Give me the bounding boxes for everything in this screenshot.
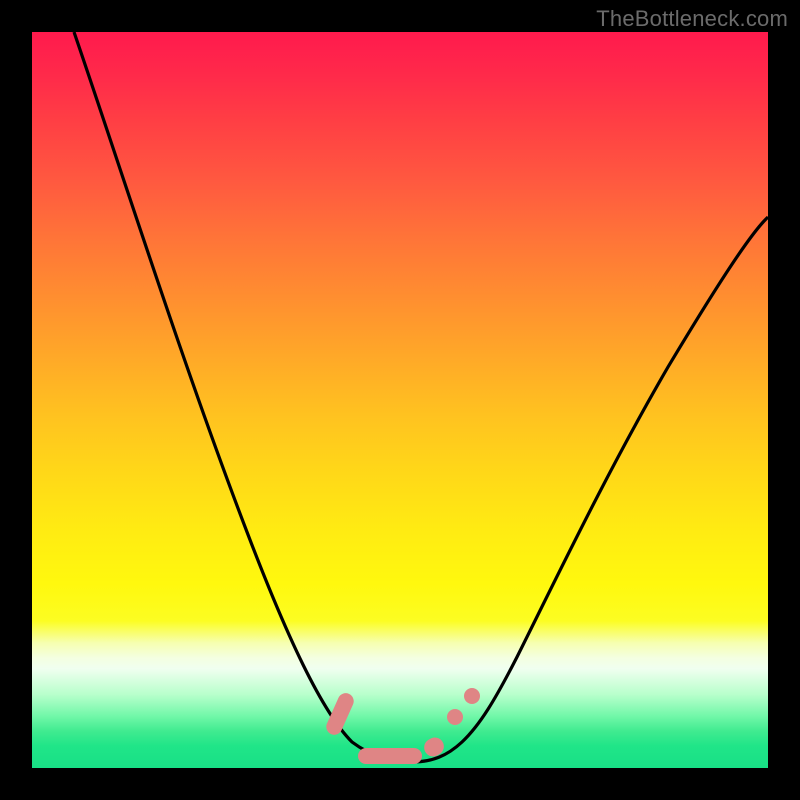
optimum-markers xyxy=(324,688,480,764)
watermark: TheBottleneck.com xyxy=(596,6,788,32)
plot-area xyxy=(32,32,768,768)
chart-frame: TheBottleneck.com xyxy=(0,0,800,800)
bottleneck-curve xyxy=(32,32,768,768)
curve-path xyxy=(74,32,768,762)
